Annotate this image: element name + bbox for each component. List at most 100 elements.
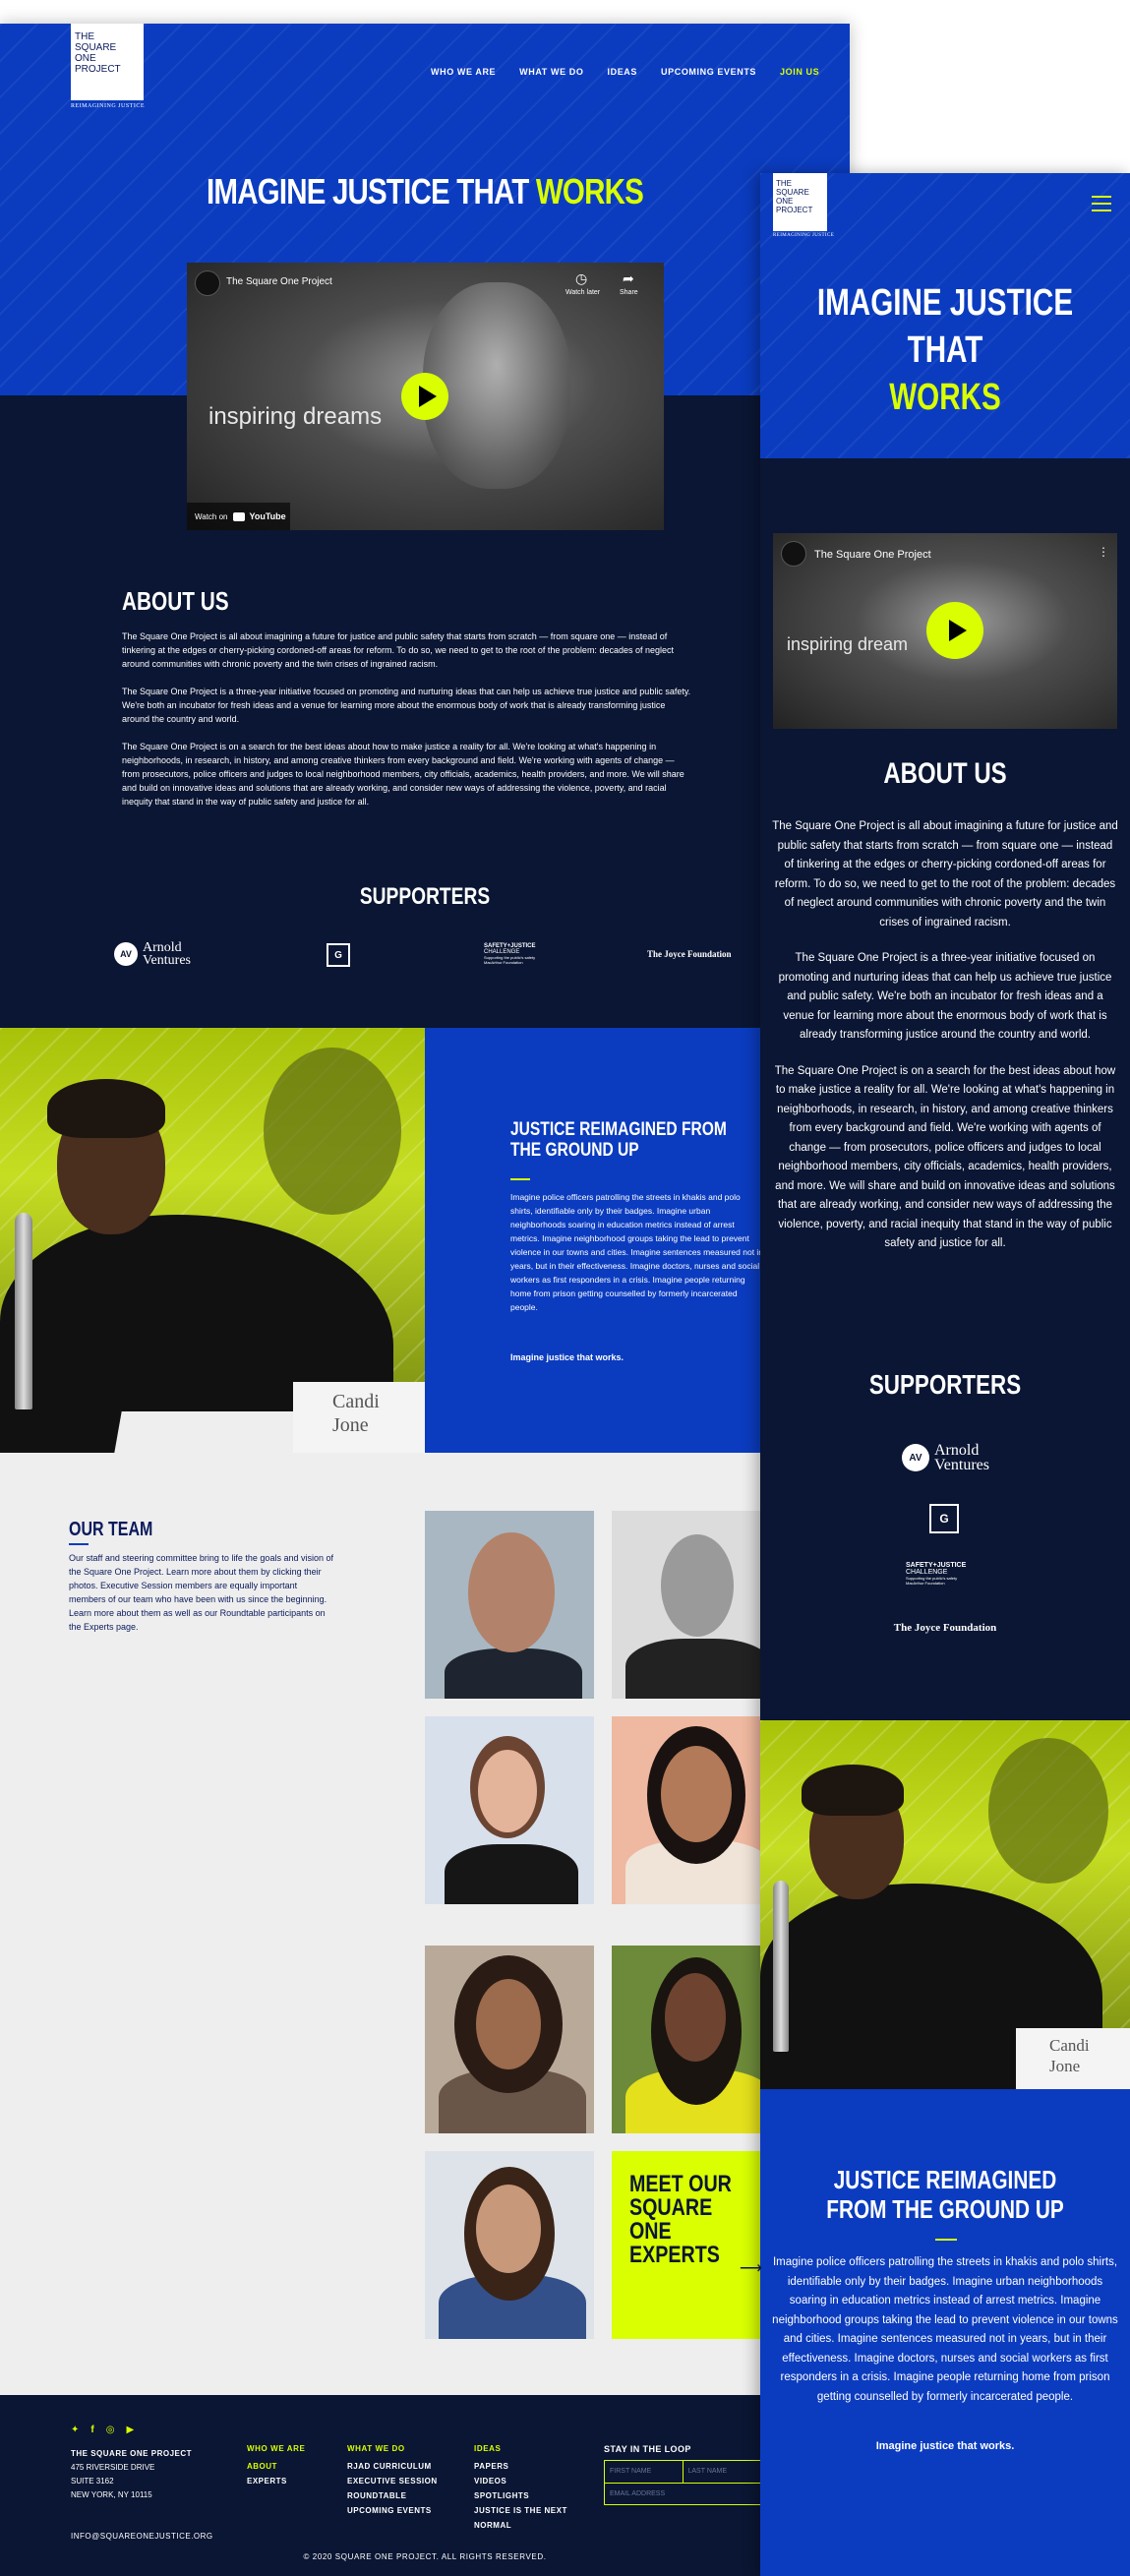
- next-arrow-icon[interactable]: ⟶: [740, 2258, 762, 2278]
- team-photo-7[interactable]: [425, 2151, 594, 2339]
- speaker-background-figure: [264, 1048, 401, 1215]
- video-more-icon[interactable]: ⋮: [1098, 545, 1109, 559]
- desktop-video[interactable]: The Square One Project ◷ Watch later ➦ S…: [187, 263, 664, 530]
- mobile-joyce-logo[interactable]: The Joyce Foundation: [760, 1622, 1130, 1634]
- desktop-nav: WHO WE ARE WHAT WE DO IDEAS UPCOMING EVE…: [431, 67, 819, 77]
- mobile-video-channel-avatar: [781, 541, 806, 567]
- video-channel-title: The Square One Project: [226, 276, 332, 287]
- mobile-video-play-button[interactable]: [926, 602, 983, 659]
- nav-who-we-are[interactable]: WHO WE ARE: [431, 67, 496, 77]
- nav-upcoming-events[interactable]: UPCOMING EVENTS: [661, 67, 756, 77]
- footer-col-what: WHAT WE DO RJAD CURRICULUM EXECUTIVE SES…: [347, 2444, 438, 2518]
- footer-social: ✦ f ◎ ▶: [71, 2425, 134, 2435]
- desktop-about-body: The Square One Project is all about imag…: [122, 631, 691, 807]
- desktop-logo[interactable]: THE SQUARE ONE PROJECT: [71, 24, 144, 100]
- video-play-button[interactable]: [401, 373, 448, 420]
- mobile-video[interactable]: The Square One Project ⋮ inspiring dream: [773, 533, 1117, 729]
- footer-link-about[interactable]: ABOUT: [247, 2459, 305, 2474]
- hamburger-menu-icon[interactable]: [1092, 196, 1111, 211]
- reimagined-closing: Imagine justice that works.: [510, 1352, 624, 1362]
- supporter-gg-logo[interactable]: G: [327, 943, 350, 967]
- mobile-mockup: THE SQUARE ONE PROJECT REIMAGINING JUSTI…: [760, 173, 1130, 2576]
- team-photo-4[interactable]: [612, 1716, 781, 1904]
- mobile-gg-logo[interactable]: G: [929, 1504, 959, 1533]
- watch-later-icon[interactable]: ◷: [575, 270, 587, 287]
- watch-later-label: Watch later: [565, 289, 601, 296]
- mobile-reimagined-divider: [935, 2239, 957, 2241]
- team-photo-6[interactable]: [612, 1946, 781, 2133]
- desktop-hero-title: IMAGINE JUSTICE THAT WORKS: [207, 171, 644, 211]
- mobile-about-heading: ABOUT US: [883, 757, 1007, 790]
- safety-justice-logo[interactable]: SAFETY+JUSTICE CHALLENGE Supporting the …: [484, 943, 536, 965]
- footer-link-rjad[interactable]: RJAD CURRICULUM: [347, 2459, 438, 2474]
- nav-join-us[interactable]: JOIN US: [780, 67, 819, 77]
- twitter-icon[interactable]: ✦: [71, 2425, 79, 2435]
- mobile-microphone-icon: [773, 1881, 789, 2052]
- desktop-mockup: THE SQUARE ONE PROJECT REIMAGINING JUSTI…: [0, 24, 850, 2576]
- microphone-icon: [15, 1213, 32, 1409]
- mobile-reimagined-closing: Imagine justice that works.: [875, 2440, 1015, 2452]
- footer-link-upcoming-events[interactable]: UPCOMING EVENTS: [347, 2503, 438, 2518]
- youtube-icon: [232, 511, 245, 521]
- footer-link-roundtable[interactable]: ROUNDTABLE: [347, 2488, 438, 2503]
- arnold-ventures-mark-icon: AV: [114, 942, 138, 966]
- footer-address: THE SQUARE ONE PROJECT 475 RIVERSIDE DRI…: [71, 2449, 193, 2499]
- mobile-reimagined-photo: Candi Jone: [760, 1720, 1130, 2089]
- instagram-icon[interactable]: ◎: [106, 2425, 115, 2435]
- mobile-video-channel-title: The Square One Project: [814, 549, 931, 561]
- table-papers: [114, 1411, 319, 1453]
- email-address-field[interactable]: EMAIL ADDRESS: [604, 2484, 761, 2505]
- arnold-ventures-logo[interactable]: AV Arnold Ventures: [114, 941, 191, 968]
- team-photo-5[interactable]: [425, 1946, 594, 2133]
- mobile-arnold-mark-icon: AV: [902, 1444, 929, 1471]
- nameplate: Candi Jone: [293, 1382, 425, 1453]
- facebook-icon[interactable]: f: [90, 2425, 93, 2435]
- footer-col-who: WHO WE ARE ABOUT EXPERTS: [247, 2444, 305, 2488]
- mobile-video-overlay-text: inspiring dream: [787, 634, 909, 654]
- mobile-about-body: The Square One Project is all about imag…: [772, 820, 1118, 1249]
- nav-what-we-do[interactable]: WHAT WE DO: [519, 67, 583, 77]
- team-body: Our staff and steering committee bring t…: [69, 1553, 333, 1632]
- footer-newsletter: STAY IN THE LOOP FIRST NAME LAST NAME EM…: [604, 2444, 761, 2505]
- youtube-footer-icon[interactable]: ▶: [126, 2425, 134, 2435]
- footer-copyright: © 2020 SQUARE ONE PROJECT. ALL RIGHTS RE…: [303, 2552, 547, 2561]
- meet-experts-tile[interactable]: MEET OUR SQUARE ONE EXPERTS: [612, 2151, 781, 2339]
- video-overlay-text: inspiring dreams: [208, 403, 383, 430]
- mobile-safety-justice-logo[interactable]: SAFETY+JUSTICE CHALLENGE Supporting the …: [906, 1562, 966, 1586]
- share-icon[interactable]: ➦: [623, 270, 634, 287]
- footer-link-experts[interactable]: EXPERTS: [247, 2474, 305, 2488]
- mobile-supporters-heading: SUPPORTERS: [868, 1369, 1022, 1400]
- video-channel-avatar: [195, 270, 220, 296]
- mobile-arnold-logo[interactable]: AV Arnold Ventures: [902, 1443, 989, 1473]
- footer-link-videos[interactable]: VIDEOS: [474, 2474, 572, 2488]
- nav-ideas[interactable]: IDEAS: [608, 67, 638, 77]
- footer-link-spotlights[interactable]: SPOTLIGHTS: [474, 2488, 572, 2503]
- footer-link-executive-session[interactable]: EXECUTIVE SESSION: [347, 2474, 438, 2488]
- desktop-about-heading: ABOUT US: [122, 586, 229, 616]
- team-heading: OUR TEAM: [69, 1519, 153, 1540]
- team-photo-1[interactable]: [425, 1511, 594, 1699]
- first-name-field[interactable]: FIRST NAME: [605, 2461, 684, 2483]
- mobile-reimagined-heading: JUSTICE REIMAGINED FROM THE GROUND UP: [826, 2165, 1064, 2224]
- desktop-supporters-heading: SUPPORTERS: [359, 883, 491, 910]
- mobile-logo[interactable]: THE SQUARE ONE PROJECT: [773, 173, 827, 231]
- footer-email[interactable]: INFO@SQUAREONEJUSTICE.ORG: [71, 2532, 213, 2541]
- last-name-field[interactable]: LAST NAME: [684, 2461, 761, 2483]
- team-divider: [69, 1543, 89, 1545]
- watch-on-youtube[interactable]: Watch on YouTube: [187, 503, 290, 530]
- reimagined-divider: [510, 1178, 530, 1180]
- joyce-foundation-logo[interactable]: The Joyce Foundation: [647, 949, 732, 959]
- mobile-logo-tagline: REIMAGINING JUSTICE: [773, 233, 835, 238]
- desktop-logo-tagline: REIMAGINING JUSTICE: [71, 103, 145, 109]
- mobile-hero-title: IMAGINE JUSTICE THAT WORKS: [816, 282, 1074, 418]
- footer-link-next-normal[interactable]: JUSTICE IS THE NEXT NORMAL: [474, 2503, 572, 2533]
- footer-link-papers[interactable]: PAPERS: [474, 2459, 572, 2474]
- mobile-reimagined-body: Imagine police officers patrolling the s…: [772, 2256, 1118, 2403]
- team-photo-2[interactable]: [612, 1511, 781, 1699]
- share-label: Share: [620, 289, 638, 296]
- reimagined-photo: Candi Jone: [0, 1028, 425, 1453]
- speaker-hair: [47, 1079, 165, 1138]
- team-photo-3[interactable]: [425, 1716, 594, 1904]
- footer-col-ideas: IDEAS PAPERS VIDEOS SPOTLIGHTS JUSTICE I…: [474, 2444, 572, 2533]
- reimagined-body: Imagine police officers patrolling the s…: [510, 1192, 764, 1312]
